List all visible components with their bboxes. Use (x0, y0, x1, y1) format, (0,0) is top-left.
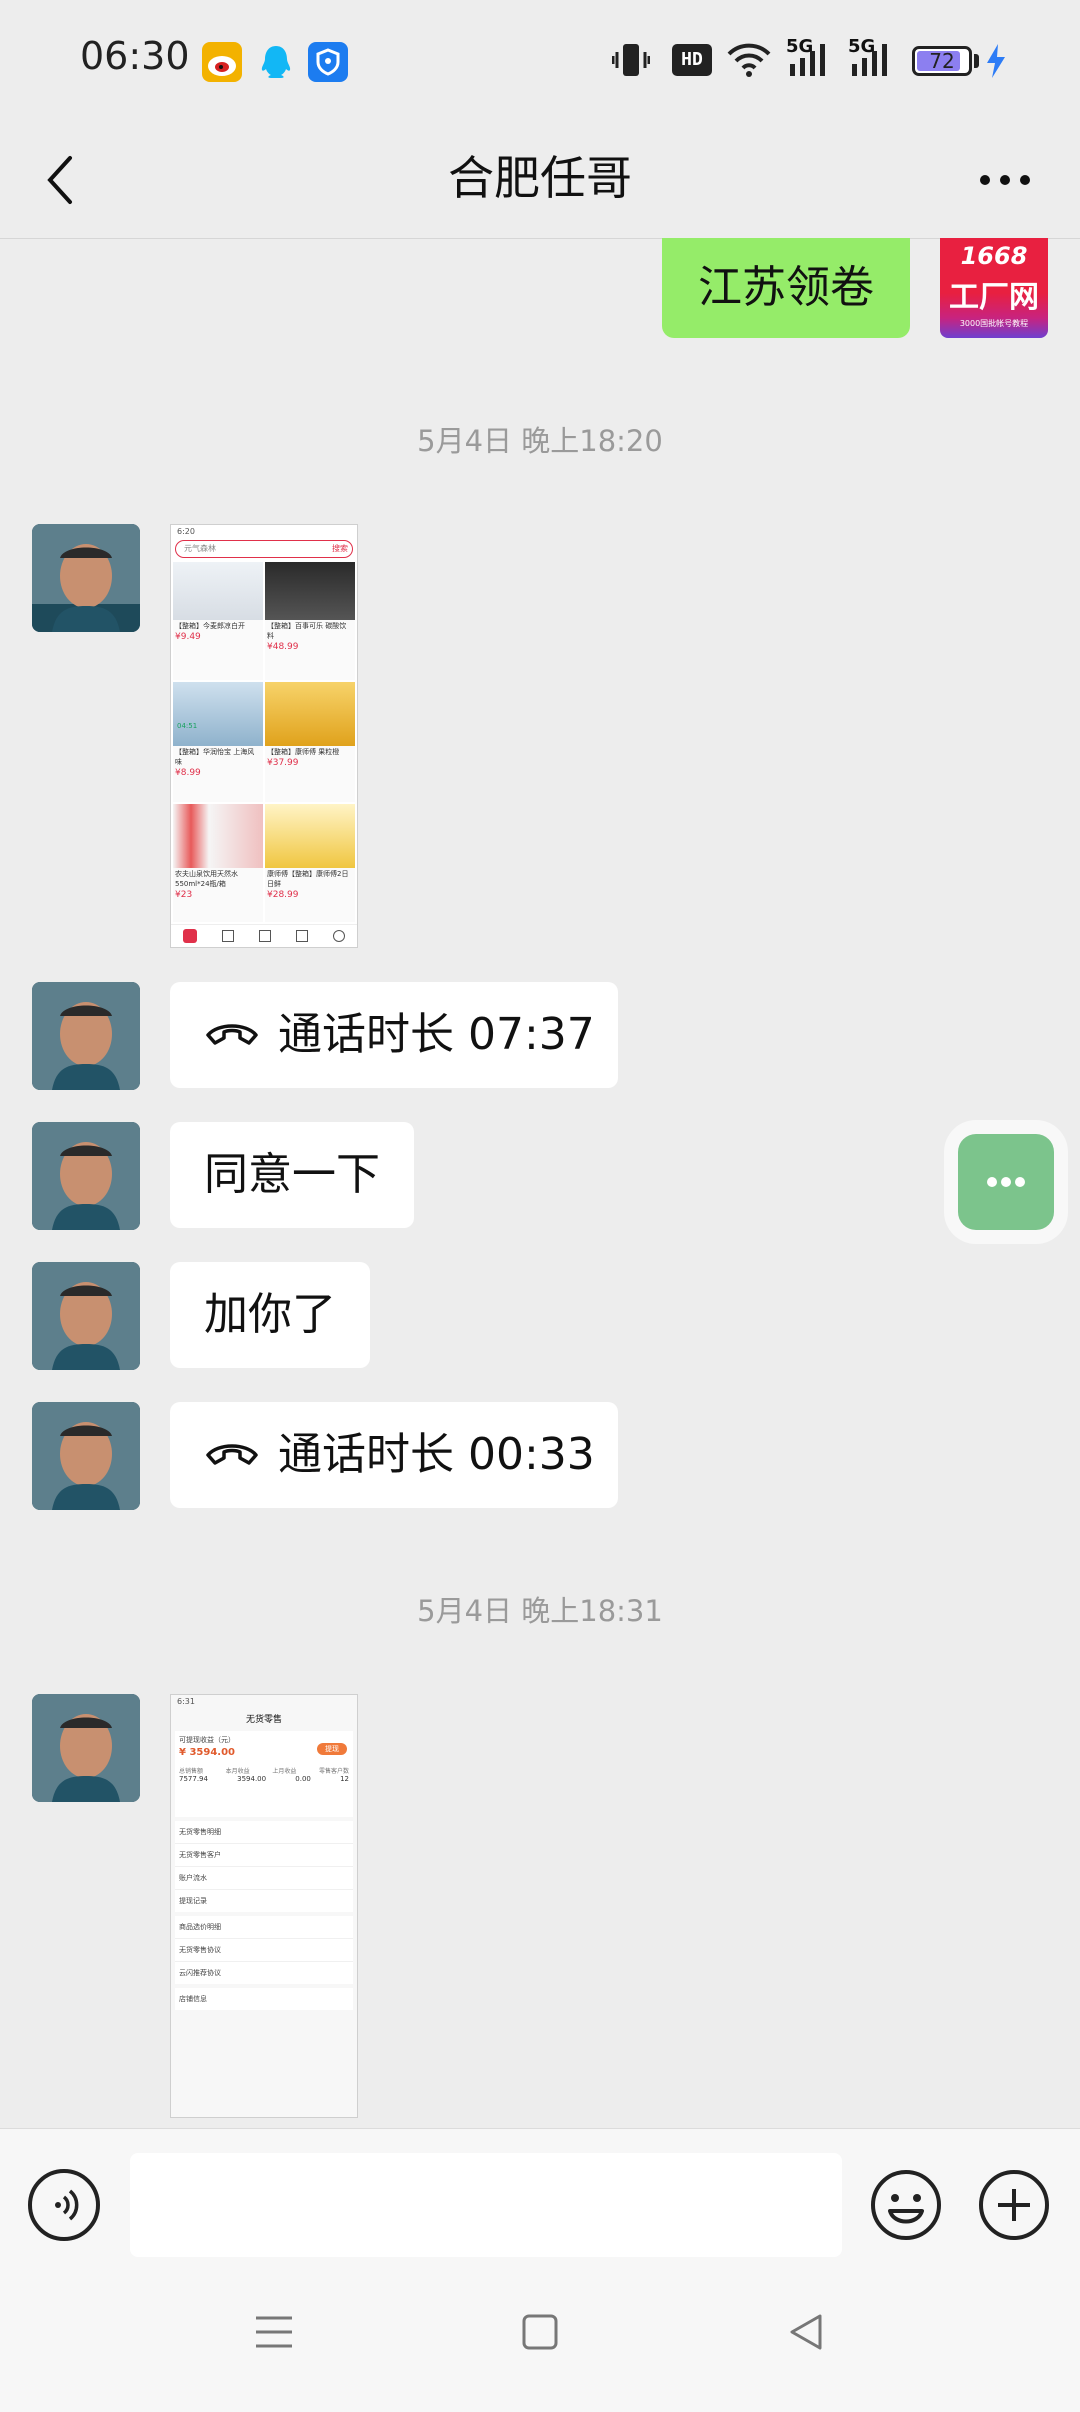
wifi-icon (726, 40, 772, 84)
battery-icon: 72 (912, 46, 972, 76)
voice-input-button[interactable] (28, 2169, 100, 2241)
avatar[interactable] (32, 982, 140, 1090)
balance-card: 可提现收益（元） ¥ 3594.00 提现 总销售额 本月收益 上月收益 零售客… (175, 1731, 353, 1817)
chat-header: 合肥任哥 (0, 120, 1080, 239)
status-time: 06:30 (80, 34, 190, 78)
my-avatar[interactable]: 1668 工厂网 3000国批帐号教程 (940, 238, 1048, 338)
sent-message-bubble[interactable]: 江苏领卷 (662, 238, 910, 338)
more-dots-icon (987, 1177, 1025, 1187)
floating-menu-button[interactable] (958, 1134, 1054, 1230)
product-card: 农夫山泉饮用天然水550ml*24瓶/箱 ¥23 (173, 804, 263, 922)
qq-icon (256, 42, 296, 82)
shield-icon (308, 42, 348, 82)
avatar[interactable] (32, 524, 140, 632)
menu-list: 无货零售明细 无货零售客户 账户流水 提现记录 (175, 1821, 353, 1912)
home-nav-icon[interactable] (518, 2310, 562, 2358)
battery-level: 72 (929, 49, 955, 73)
emoji-button[interactable] (870, 2169, 942, 2241)
chat-title: 合肥任哥 (448, 151, 632, 205)
thumb-search-bar: 元气森林 搜索 (175, 540, 353, 558)
product-card: 【整箱】今麦郎凉白开 ¥9.49 (173, 562, 263, 680)
product-card: 康师傅【整箱】康师傅2日日鲜 ¥28.99 (265, 804, 355, 922)
image-message-wallet[interactable]: 6:31 无货零售 可提现收益（元） ¥ 3594.00 提现 总销售额 本月收… (170, 1694, 358, 2118)
hd-badge: HD (672, 44, 712, 76)
weibo-icon (202, 42, 242, 82)
call-record-bubble[interactable]: 通话时长 00:33 (170, 1402, 618, 1508)
text-message-bubble[interactable]: 同意一下 (170, 1122, 414, 1228)
avatar[interactable] (32, 1402, 140, 1510)
phone-hangup-icon (204, 1402, 260, 1508)
avatar[interactable] (32, 1694, 140, 1802)
product-card: 【整箱】康师傅 果粒橙 ¥37.99 (265, 682, 355, 802)
menu-nav-icon[interactable] (252, 2310, 296, 2358)
timestamp: 5月4日 晚上18:20 (417, 424, 663, 458)
avatar[interactable] (32, 1122, 140, 1230)
more-options-button[interactable] (975, 168, 1035, 192)
status-bar: 06:30 HD 5G 5G 72 (0, 0, 1080, 120)
product-card: 【整箱】华润怡宝 上海风味 ¥8.99 04:51 (173, 682, 263, 802)
text-message-bubble[interactable]: 加你了 (170, 1262, 370, 1368)
charging-icon (984, 42, 1008, 84)
message-text-field[interactable] (130, 2153, 842, 2257)
vibrate-icon (611, 40, 651, 84)
signal-5g-icon: 5G (786, 36, 836, 80)
phone-hangup-icon (204, 982, 260, 1088)
timestamp: 5月4日 晚上18:31 (417, 1594, 663, 1628)
image-message-shopping[interactable]: 6:20 元气森林 搜索 【整箱】今麦郎凉白开 ¥9.49 【整箱】百事可乐 碳… (170, 524, 358, 948)
back-nav-icon[interactable] (784, 2310, 828, 2358)
system-nav-bar (0, 2268, 1080, 2412)
product-card: 【整箱】百事可乐 碳酸饮料 ¥48.99 (265, 562, 355, 680)
signal-5g-icon-2: 5G (848, 36, 898, 80)
avatar[interactable] (32, 1262, 140, 1370)
add-attachment-button[interactable] (978, 2169, 1050, 2241)
call-record-bubble[interactable]: 通话时长 07:37 (170, 982, 618, 1088)
message-input-bar (0, 2128, 1080, 2269)
